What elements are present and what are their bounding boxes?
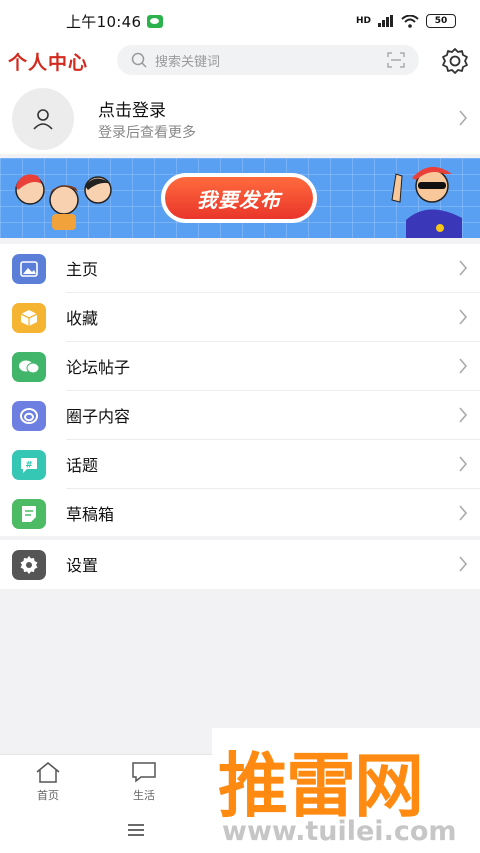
chevron-right-icon [459, 407, 468, 423]
menu-item-settings[interactable]: 设置 [0, 540, 480, 589]
menu-lines-icon[interactable] [127, 823, 145, 837]
chevron-right-icon [459, 456, 468, 472]
box-icon [12, 303, 46, 333]
cool-guy-illustration [391, 166, 462, 238]
search-placeholder: 搜索关键词 [155, 54, 221, 70]
menu-list: 主页 收藏 论坛帖子 圈子内容 # 话题 草稿箱 [0, 244, 480, 536]
menu-item-circle-content[interactable]: 圈子内容 [0, 391, 480, 440]
menu-item-label: 设置 [66, 556, 99, 575]
draft-icon [12, 499, 46, 529]
menu-item-drafts[interactable]: 草稿箱 [0, 489, 480, 538]
wifi-icon [401, 14, 419, 28]
login-subtitle: 登录后查看更多 [98, 125, 196, 141]
chevron-right-icon [459, 505, 468, 521]
menu-item-label: 论坛帖子 [66, 358, 131, 377]
svg-text:#: # [25, 461, 33, 471]
chevron-right-icon [459, 260, 468, 276]
status-time: 上午10:46 [66, 12, 142, 31]
tab-label: 生活 [133, 789, 155, 802]
tab-home[interactable]: 首页 [24, 761, 72, 803]
header: 个人中心 搜索关键词 [0, 42, 480, 82]
signal-bars-icon [378, 15, 393, 27]
search-input[interactable]: 搜索关键词 [117, 45, 419, 75]
wechat-notification-icon [147, 14, 164, 28]
status-icons: HD 50 [356, 14, 456, 28]
avatar[interactable] [12, 88, 74, 150]
menu-item-favorites[interactable]: 收藏 [0, 293, 480, 342]
login-row[interactable]: 点击登录 登录后查看更多 [0, 82, 480, 154]
publish-button[interactable]: 我要发布 [161, 173, 317, 223]
chevron-right-icon [459, 556, 468, 572]
search-icon [131, 52, 147, 68]
gear-icon [12, 550, 46, 580]
menu-item-home[interactable]: 主页 [0, 244, 480, 293]
chat-bubbles-icon [12, 352, 46, 382]
watermark-url: www.tuilei.com [222, 816, 457, 847]
battery-icon: 50 [426, 14, 456, 28]
menu-item-label: 草稿箱 [66, 505, 115, 524]
menu-item-forum-posts[interactable]: 论坛帖子 [0, 342, 480, 391]
status-bar: 上午10:46 HD 50 [0, 0, 480, 42]
circle-swirl-icon [12, 401, 46, 431]
tab-label: 首页 [37, 789, 59, 802]
chevron-right-icon [459, 358, 468, 374]
chevron-right-icon [459, 309, 468, 325]
menu-item-label: 主页 [66, 260, 99, 279]
tab-life[interactable]: 生活 [120, 761, 168, 803]
page-title: 个人中心 [8, 52, 89, 74]
menu-item-label: 圈子内容 [66, 407, 131, 426]
publish-banner[interactable]: 我要发布 [0, 158, 480, 238]
menu-item-label: 收藏 [66, 309, 99, 328]
cartoon-kids-illustration [15, 174, 112, 230]
watermark: 推雷网 www.tuilei.com [212, 728, 480, 853]
chevron-right-icon [459, 110, 468, 126]
login-title: 点击登录 [98, 101, 166, 121]
menu-item-topics[interactable]: # 话题 [0, 440, 480, 489]
message-icon [132, 762, 156, 783]
hashtag-icon: # [12, 450, 46, 480]
image-icon [12, 254, 46, 284]
settings-gear-icon[interactable] [441, 47, 469, 75]
publish-button-label: 我要发布 [165, 177, 313, 219]
menu-item-label: 话题 [66, 456, 99, 475]
scan-icon[interactable] [387, 52, 405, 68]
user-icon [33, 109, 53, 130]
signal-icon: HD [355, 16, 371, 26]
home-icon [36, 762, 60, 783]
